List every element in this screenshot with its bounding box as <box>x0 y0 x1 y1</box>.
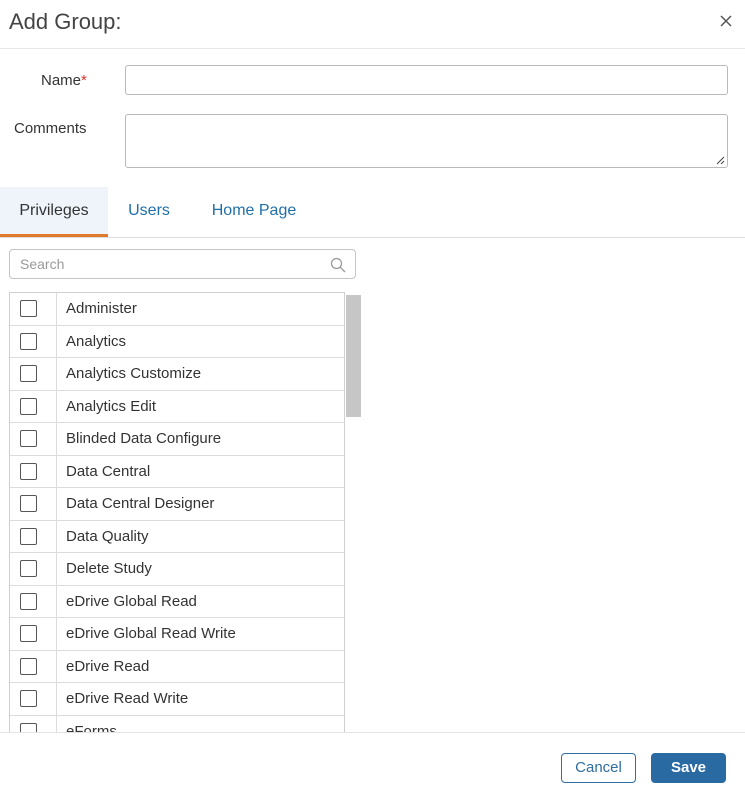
privilege-label: eDrive Global Read <box>66 592 197 610</box>
checkbox-cell <box>10 553 57 585</box>
comments-textarea[interactable] <box>125 114 728 168</box>
checkbox-cell <box>10 390 57 422</box>
privilege-label: Blinded Data Configure <box>66 430 222 447</box>
close-icon[interactable] <box>716 11 736 31</box>
privilege-checkbox[interactable] <box>20 430 37 447</box>
search-icon[interactable] <box>330 257 346 273</box>
privilege-checkbox[interactable] <box>20 690 37 707</box>
tab-bar: Privileges Users Home Page <box>0 187 745 238</box>
checkbox-cell <box>10 455 57 487</box>
privilege-label: Administer <box>66 300 137 317</box>
list-item[interactable]: eDrive Global Read Write <box>10 618 344 651</box>
list-item[interactable]: Data Central <box>10 455 344 488</box>
list-item[interactable]: eDrive Read Write <box>10 683 344 716</box>
checkbox-cell <box>10 520 57 552</box>
tab-privileges[interactable]: Privileges <box>0 187 108 237</box>
privilege-label: eDrive Read Write <box>66 690 189 707</box>
comments-label: Comments <box>14 120 87 137</box>
list-item[interactable]: Delete Study <box>10 553 344 586</box>
list-scrollbar[interactable] <box>346 295 361 417</box>
privilege-label: Data Central <box>66 462 151 480</box>
save-button[interactable]: Save <box>651 753 726 783</box>
list-item[interactable]: eDrive Read <box>10 650 344 683</box>
required-mark: * <box>81 72 87 89</box>
privilege-checkbox[interactable] <box>20 592 37 610</box>
privilege-label: Data Quality <box>66 527 149 545</box>
list-item[interactable]: Data Quality <box>10 520 344 553</box>
list-item[interactable]: Analytics Customize <box>10 358 344 391</box>
privilege-label: Data Central Designer <box>66 495 215 512</box>
list-item[interactable]: Analytics <box>10 325 344 358</box>
list-item[interactable]: Administer <box>10 293 344 326</box>
list-item[interactable]: Analytics Edit <box>10 390 344 423</box>
privilege-label: eDrive Global Read Write <box>66 625 236 642</box>
checkbox-cell <box>10 683 57 715</box>
privilege-label: eDrive Read <box>66 657 150 675</box>
privilege-checkbox[interactable] <box>20 462 37 480</box>
cancel-button[interactable]: Cancel <box>561 753 636 783</box>
list-item[interactable]: Blinded Data Configure <box>10 423 344 456</box>
privilege-checkbox[interactable] <box>20 397 37 415</box>
privilege-checkbox[interactable] <box>20 300 37 317</box>
privilege-checkbox[interactable] <box>20 560 37 577</box>
privilege-label: Analytics <box>66 332 127 350</box>
dialog-title: Add Group: <box>9 9 122 34</box>
checkbox-cell <box>10 650 57 682</box>
checkbox-cell <box>10 325 57 357</box>
list-item[interactable]: eForms <box>10 715 344 734</box>
tab-home-page[interactable]: Home Page <box>190 187 318 237</box>
resize-grip-icon[interactable] <box>716 156 725 165</box>
checkbox-cell <box>10 358 57 390</box>
privilege-checkbox[interactable] <box>20 527 37 545</box>
list-item[interactable]: Data Central Designer <box>10 488 344 521</box>
privilege-label: Analytics Edit <box>66 397 157 415</box>
list-item[interactable]: eDrive Global Read <box>10 585 344 618</box>
privilege-label: Analytics Customize <box>66 365 202 382</box>
privilege-checkbox[interactable] <box>20 332 37 350</box>
checkbox-cell <box>10 488 57 520</box>
privilege-checkbox[interactable] <box>20 365 37 382</box>
dialog-header: Add Group: <box>0 0 745 49</box>
name-input[interactable] <box>125 65 728 95</box>
privilege-checkbox[interactable] <box>20 657 37 675</box>
search-input[interactable] <box>9 249 356 279</box>
checkbox-cell <box>10 293 57 325</box>
checkbox-cell <box>10 423 57 455</box>
privilege-checkbox[interactable] <box>20 495 37 512</box>
privilege-label: eForms <box>66 722 117 734</box>
tab-users[interactable]: Users <box>108 187 190 237</box>
name-label: Name* <box>41 72 87 89</box>
dialog-footer: Cancel Save <box>0 732 745 796</box>
add-group-dialog: Add Group: Name* Comments Privileges Use… <box>0 0 745 795</box>
checkbox-cell <box>10 715 57 733</box>
privilege-label: Delete Study <box>66 560 152 577</box>
privilege-checkbox[interactable] <box>20 625 37 642</box>
privileges-list[interactable]: Administer Analytics Analytics Customize An… <box>9 292 345 733</box>
checkbox-cell <box>10 585 57 617</box>
checkbox-cell <box>10 618 57 650</box>
